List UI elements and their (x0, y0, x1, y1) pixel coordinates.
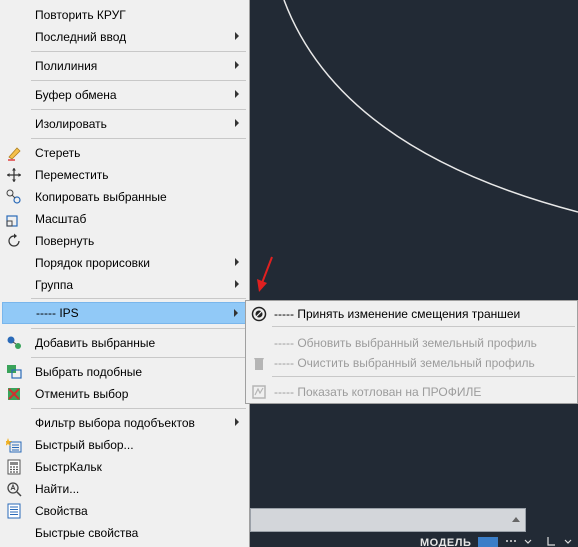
menu-item-move[interactable]: Переместить (2, 164, 248, 186)
menu-item-quick-properties[interactable]: Быстрые свойства (2, 522, 248, 544)
copy-icon (6, 189, 22, 205)
quick-select-icon (6, 437, 22, 453)
calculator-icon (6, 459, 22, 475)
submenu-item-accept-trench-offset[interactable]: ----- Принять изменение смещения траншеи (248, 303, 576, 325)
scale-icon (6, 211, 22, 227)
menu-item-select-similar[interactable]: Выбрать подобные (2, 361, 248, 383)
submenu-arrow-icon (235, 32, 239, 40)
status-dropdown-icon[interactable] (522, 537, 534, 547)
menu-item-find[interactable]: Найти... (2, 478, 248, 500)
submenu-arrow-icon (235, 61, 239, 69)
menu-separator (31, 357, 246, 358)
deselect-icon (6, 386, 22, 402)
move-icon (6, 167, 22, 183)
rotate-icon (6, 233, 22, 249)
submenu-item-clear-ground-profile: ----- Очистить выбранный земельный профи… (248, 352, 576, 374)
clear-profile-icon (251, 355, 267, 371)
submenu-arrow-icon (235, 258, 239, 266)
menu-separator (31, 80, 246, 81)
menu-item-deselect-all[interactable]: Отменить выбор (2, 383, 248, 405)
menu-separator (31, 298, 246, 299)
properties-icon (6, 503, 22, 519)
submenu-arrow-icon (235, 418, 239, 426)
submenu-arrow-icon (235, 119, 239, 127)
menu-item-quick-select[interactable]: Быстрый выбор... (2, 434, 248, 456)
menu-separator (31, 138, 246, 139)
context-menu: Повторить КРУГ Последний ввод Полилиния … (0, 0, 250, 547)
menu-separator (31, 328, 246, 329)
command-line[interactable] (250, 508, 526, 532)
menu-item-clipboard[interactable]: Буфер обмена (2, 84, 248, 106)
trench-offset-icon (251, 306, 267, 322)
menu-item-draw-order[interactable]: Порядок прорисовки (2, 252, 248, 274)
menu-item-quickcalc[interactable]: БыстрКальк (2, 456, 248, 478)
circle-arc (283, 0, 578, 213)
menu-item-properties[interactable]: Свойства (2, 500, 248, 522)
menu-item-copy-selection[interactable]: Копировать выбранные (2, 186, 248, 208)
find-icon (6, 481, 22, 497)
submenu-item-show-pit-on-profile: ----- Показать котлован на ПРОФИЛЕ (248, 381, 576, 403)
submenu-separator (272, 376, 575, 377)
menu-item-erase[interactable]: Стереть (2, 142, 248, 164)
submenu-item-update-ground-profile: ----- Обновить выбранный земельный профи… (274, 336, 537, 350)
menu-item-add-selected[interactable]: Добавить выбранные (2, 332, 248, 354)
menu-item-repeat-circle[interactable]: Повторить КРУГ (2, 4, 248, 26)
submenu-arrow-icon (234, 309, 238, 317)
ortho-mode-icon[interactable] (544, 537, 556, 547)
menu-item-polyline[interactable]: Полилиния (2, 55, 248, 77)
menu-item-ips[interactable]: ----- IPS (2, 302, 248, 324)
menu-item-isolate[interactable]: Изолировать (2, 113, 248, 135)
grid-toggle-icon[interactable] (478, 537, 498, 547)
submenu-arrow-icon (235, 90, 239, 98)
command-history-toggle-icon[interactable] (512, 517, 520, 522)
ips-submenu: ----- Принять изменение смещения траншеи… (245, 300, 578, 404)
menu-separator (31, 109, 246, 110)
menu-separator (31, 408, 246, 409)
annotation-arrow (261, 256, 273, 284)
select-similar-icon (6, 364, 22, 380)
model-tab[interactable]: МОДЕЛЬ (420, 537, 471, 547)
menu-separator (31, 51, 246, 52)
menu-item-rotate[interactable]: Повернуть (2, 230, 248, 252)
pit-profile-icon (251, 384, 267, 400)
snap-mode-icon[interactable] (505, 537, 517, 547)
menu-item-group[interactable]: Группа (2, 274, 248, 296)
menu-item-recent-input[interactable]: Последний ввод (2, 26, 248, 48)
add-selected-icon (6, 335, 22, 351)
status-dropdown-icon-2[interactable] (562, 537, 574, 547)
submenu-separator (272, 326, 575, 327)
menu-item-scale[interactable]: Масштаб (2, 208, 248, 230)
eraser-icon (6, 145, 22, 161)
menu-item-subobject-filter[interactable]: Фильтр выбора подобъектов (2, 412, 248, 434)
submenu-arrow-icon (235, 280, 239, 288)
